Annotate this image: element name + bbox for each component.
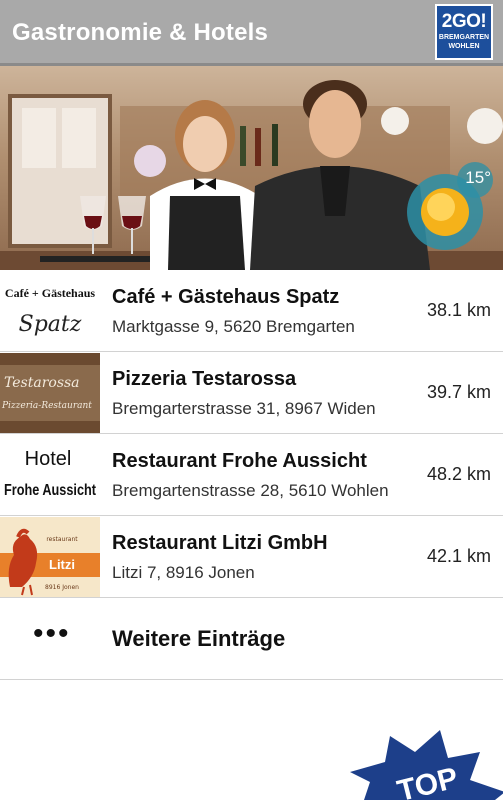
list-item[interactable]: Testarossa Pizzeria-Restaurant Pizzeria … xyxy=(0,352,503,434)
entry-distance: 39.7 km xyxy=(426,382,491,402)
thumb-line-2: Pizzeria-Restaurant xyxy=(1,401,92,411)
entry-name: Pizzeria Testarossa xyxy=(112,368,297,390)
entry-thumbnail: Litzi restaurant 8916 Jonen xyxy=(0,517,100,597)
logo-text: 2GO! xyxy=(441,11,487,32)
weather-widget[interactable]: 15° xyxy=(407,160,493,260)
entry-thumbnail: Testarossa Pizzeria-Restaurant xyxy=(0,353,100,433)
thumb-line-2: Frohe Aussicht xyxy=(4,482,97,499)
more-entries-button[interactable]: ••• Weitere Einträge xyxy=(0,598,503,680)
entry-thumbnail: Hotel Frohe Aussicht xyxy=(0,435,100,515)
entry-thumbnail: Café + Gästehaus Spatz xyxy=(0,271,100,351)
entry-name: Restaurant Frohe Aussicht xyxy=(112,450,367,472)
thumb-line-1: restaurant xyxy=(46,536,78,543)
entry-address: Bremgartenstrasse 28, 5610 Wohlen xyxy=(112,481,389,500)
thumb-line-1: Café + Gästehaus xyxy=(5,286,96,300)
entry-address: Marktgasse 9, 5620 Bremgarten xyxy=(112,317,355,336)
thumb-line-2: Spatz xyxy=(19,312,82,337)
entry-name: Restaurant Litzi GmbH xyxy=(112,532,328,554)
page-title: Gastronomie & Hotels xyxy=(12,19,269,46)
entry-address: Bremgarterstrasse 31, 8967 Widen xyxy=(112,399,376,418)
logo-subtext-2: WOHLEN xyxy=(448,43,480,50)
top-bar: Gastronomie & Hotels 2GO! BREMGARTEN WOH… xyxy=(0,0,503,66)
list-item[interactable]: Litzi restaurant 8916 Jonen Restaurant L… xyxy=(0,516,503,598)
entry-distance: 38.1 km xyxy=(426,300,491,320)
thumb-line-2: Litzi xyxy=(49,557,75,572)
logo-subtext-1: BREMGARTEN xyxy=(438,34,490,41)
list-item[interactable]: Hotel Frohe Aussicht Restaurant Frohe Au… xyxy=(0,434,503,516)
entry-distance: 42.1 km xyxy=(426,546,491,566)
thumb-line-3: 8916 Jonen xyxy=(45,584,79,591)
entry-address: Litzi 7, 8916 Jonen xyxy=(112,563,255,582)
top-badge-starburst-icon: TOP xyxy=(350,730,503,800)
more-entries-label: Weitere Einträge xyxy=(112,626,286,651)
entry-name: Café + Gästehaus Spatz xyxy=(112,286,340,308)
entries-list: Café + Gästehaus Spatz Café + Gästehaus … xyxy=(0,270,503,680)
top-badge[interactable]: TOP xyxy=(330,722,503,800)
more-dots-icon: ••• xyxy=(33,617,71,650)
entry-distance: 48.2 km xyxy=(426,464,491,484)
list-item[interactable]: Café + Gästehaus Spatz Café + Gästehaus … xyxy=(0,270,503,352)
thumb-line-1: Testarossa xyxy=(4,375,80,391)
app-logo[interactable]: 2GO! BREMGARTEN WOHLEN xyxy=(435,4,493,60)
thumb-line-1: Hotel xyxy=(25,448,72,470)
temperature-label: 15° xyxy=(465,168,491,187)
